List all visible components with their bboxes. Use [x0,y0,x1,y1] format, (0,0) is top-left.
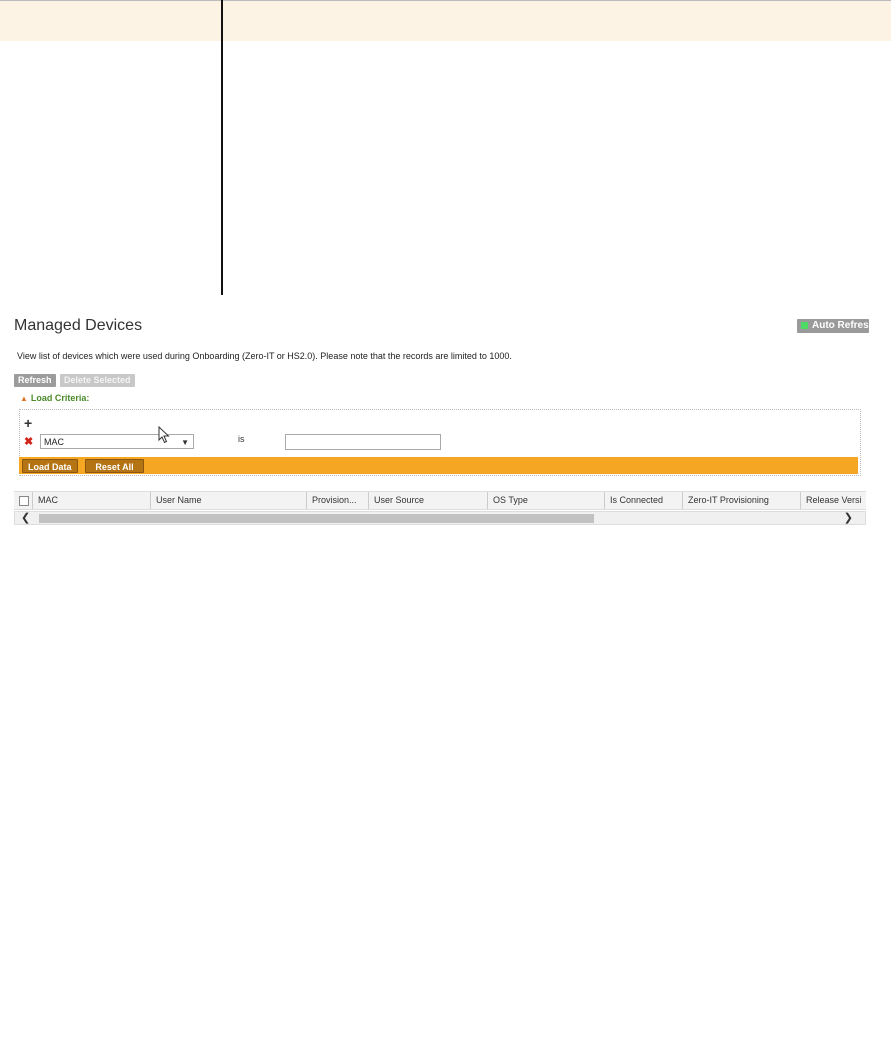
horizontal-scrollbar[interactable]: ❮ ❯ [14,511,866,525]
column-header-os-type[interactable]: OS Type [487,492,604,509]
column-header-user-source[interactable]: User Source [368,492,487,509]
grid-header: MAC User Name Provision... User Source O… [14,491,866,510]
load-criteria-label: Load Criteria: [30,393,90,403]
criteria-action-bar [19,457,858,474]
load-data-button[interactable]: Load Data [22,459,78,473]
doc-table-row [0,813,891,1056]
page-description: View list of devices which were used dur… [17,351,512,361]
doc-table-column-divider [221,0,223,295]
criteria-operator-label: is [238,434,245,444]
load-criteria-toggle[interactable]: ▲ Load Criteria: [20,393,89,403]
criteria-field-value: MAC [44,437,64,447]
add-criteria-icon[interactable]: + [24,415,32,431]
column-header-user-name[interactable]: User Name [150,492,306,509]
remove-criteria-icon[interactable]: ✖ [24,435,33,448]
collapse-triangle-icon: ▲ [20,394,28,403]
delete-selected-button[interactable]: Delete Selected [60,374,135,387]
auto-refresh-toggle[interactable]: Auto Refresh [797,319,869,333]
auto-refresh-label: Auto Refresh [812,320,869,331]
column-header-release-version[interactable]: Release Versi [800,492,866,509]
mouse-pointer-icon [158,426,170,444]
criteria-value-input[interactable] [285,434,441,450]
scrollbar-thumb[interactable] [39,514,594,523]
column-header-mac[interactable]: MAC [32,492,150,509]
reset-all-button[interactable]: Reset All [85,459,144,473]
doc-table-header-row [0,0,891,41]
doc-table-row [0,560,891,813]
page-title: Managed Devices [14,317,143,334]
refresh-button[interactable]: Refresh [14,374,56,387]
scroll-left-icon[interactable]: ❮ [21,512,30,524]
scroll-right-icon[interactable]: ❯ [844,512,853,524]
column-header-zero-it-provisioning[interactable]: Zero-IT Provisioning [682,492,800,509]
doc-table-row [0,41,891,174]
doc-table [0,0,891,1056]
status-indicator-icon [801,321,808,329]
criteria-field-select[interactable]: MAC ▼ [40,434,194,449]
dropdown-arrow-icon: ▼ [181,438,189,447]
column-header-is-connected[interactable]: Is Connected [604,492,682,509]
select-all-checkbox[interactable] [19,496,29,506]
column-header-provisioned[interactable]: Provision... [306,492,368,509]
